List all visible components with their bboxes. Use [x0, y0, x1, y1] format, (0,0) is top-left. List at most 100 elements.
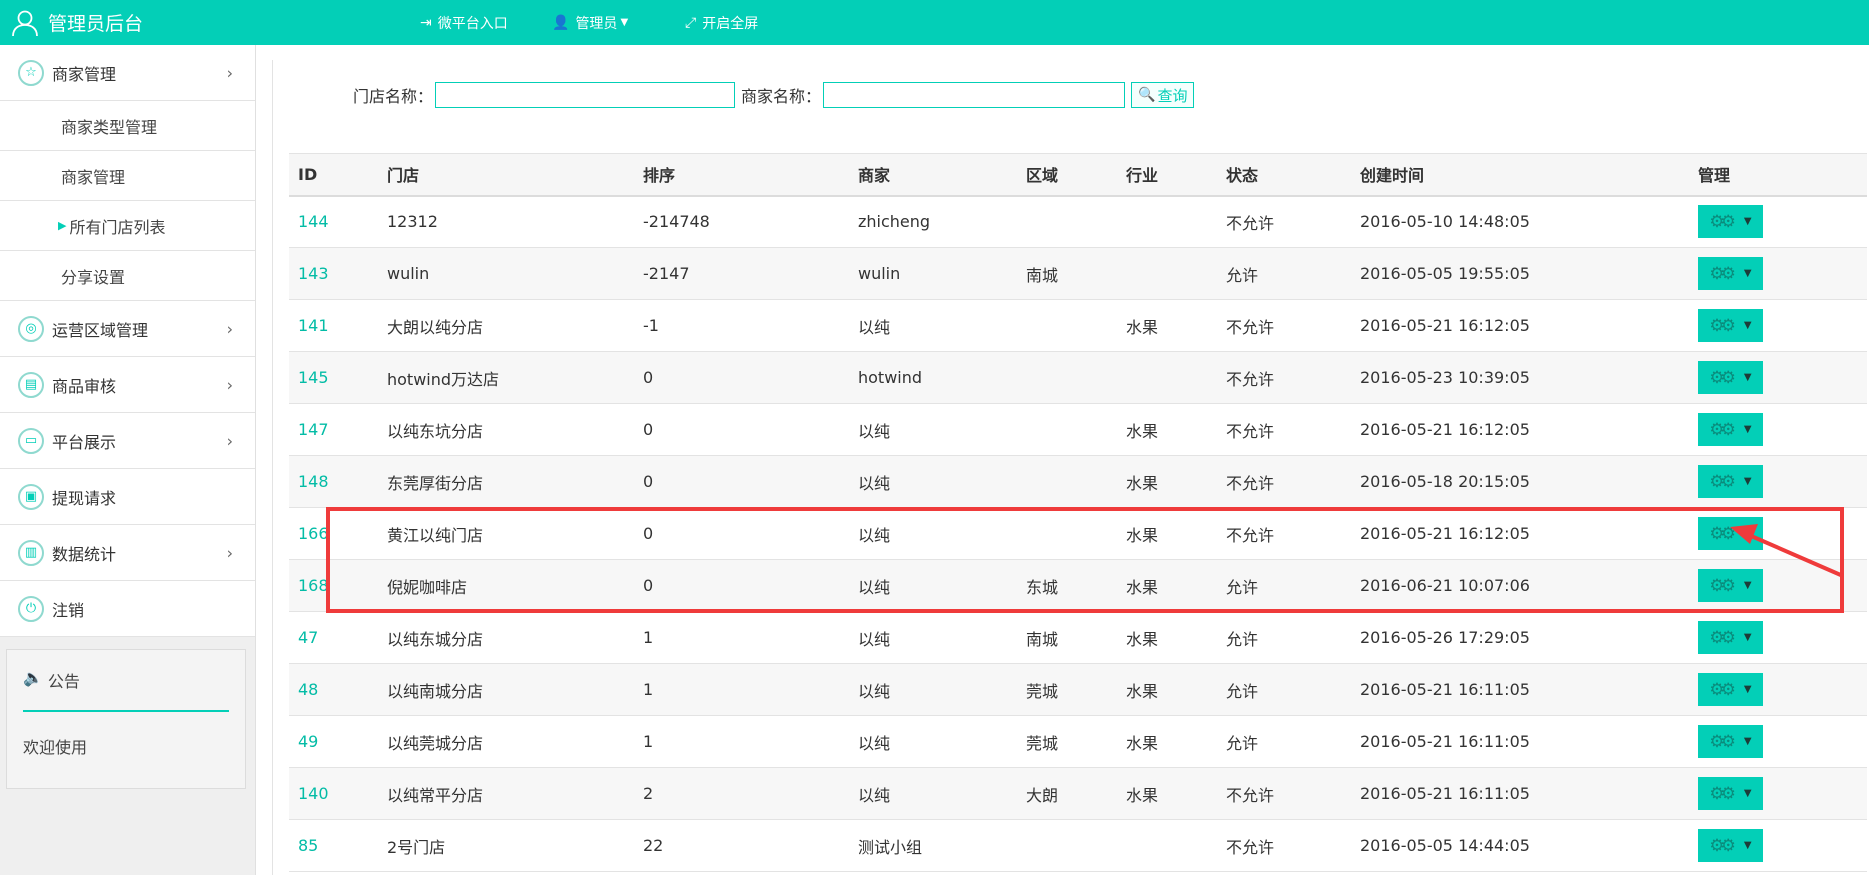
cell-id[interactable]: 168 — [289, 560, 378, 612]
manage-dropdown-button[interactable]: ⚙⚙ ▼ — [1698, 673, 1763, 706]
caret-down-icon: ▼ — [1743, 268, 1752, 279]
sidebar-item-withdraw-request[interactable]: ▣ 提现请求 — [0, 469, 255, 525]
column-header: 商家 — [858, 166, 891, 186]
cell-merchant: 以纯 — [858, 629, 891, 649]
sidebar-subitem-merchant-type[interactable]: 商家类型管理 — [0, 101, 255, 151]
caret-down-icon: ▼ — [1743, 372, 1752, 383]
merchant-name-input[interactable] — [823, 82, 1126, 108]
sidebar-item-platform-display[interactable]: ▭ 平台展示 › — [0, 413, 255, 469]
sidebar-item-label: 商品审核 — [52, 376, 117, 396]
cell-id[interactable]: 148 — [289, 456, 378, 508]
gears-icon: ⚙⚙ — [1709, 471, 1736, 492]
manage-dropdown-button[interactable]: ⚙⚙ ▼ — [1698, 361, 1763, 394]
manage-dropdown-button[interactable]: ⚙⚙ ▼ — [1698, 257, 1763, 290]
table-row: 47 以纯东城分店 1 以纯 南城 水果 允许 2016-05-26 17:29:05 ⚙⚙ ▼ — [289, 612, 1867, 664]
manage-dropdown-button[interactable]: ⚙⚙ ▼ — [1698, 205, 1763, 239]
caret-down-icon: ▼ — [1743, 320, 1752, 331]
notice-body: 欢迎使用 — [23, 738, 88, 757]
sidebar-menu: ☆ 商家管理 › 商家类型管理 商家管理 ▶ 所有门店列表 分享设置 ◎ 运营区域… — [0, 45, 255, 637]
sidebar-item-label: 商家管理 — [52, 64, 117, 84]
fullscreen-link[interactable]: ⤢ 开启全屏 — [685, 0, 758, 45]
sidebar-item-label: 注销 — [52, 600, 85, 620]
cell-region: 东城 — [1026, 577, 1059, 597]
sidebar-subitem-all-stores[interactable]: ▶ 所有门店列表 — [0, 201, 255, 251]
sidebar-subitem-share-settings[interactable]: 分享设置 — [0, 251, 255, 301]
manage-dropdown-button[interactable]: ⚙⚙ ▼ — [1698, 725, 1763, 758]
cell-region — [1017, 404, 1117, 456]
subitem-label: 商家类型管理 — [61, 117, 158, 137]
gears-icon: ⚙⚙ — [1709, 367, 1736, 388]
cell-status: 允许 — [1226, 629, 1259, 649]
table-header-row: ID 门店 排序 商家 区域 行业 状态 创建时间 管理 — [289, 153, 1867, 196]
manage-dropdown-button[interactable]: ⚙⚙ ▼ — [1698, 829, 1763, 862]
micro-platform-label: 微平台入口 — [437, 15, 508, 32]
cell-created: 2016-06-21 10:07:06 — [1360, 576, 1530, 595]
cell-id[interactable]: 166 — [289, 508, 378, 560]
manage-dropdown-button[interactable]: ⚙⚙ ▼ — [1698, 413, 1763, 446]
caret-down-icon: ▼ — [1743, 476, 1752, 487]
admin-user-icon: 👤 — [552, 14, 570, 31]
user-icon — [12, 10, 38, 36]
cell-id[interactable]: 144 — [289, 196, 378, 248]
cell-industry: 水果 — [1126, 629, 1159, 649]
cell-id[interactable]: 140 — [289, 768, 378, 820]
cell-status: 不允许 — [1226, 525, 1275, 545]
manage-dropdown-button[interactable]: ⚙⚙ ▼ — [1698, 465, 1763, 498]
subitem-label: 商家管理 — [61, 167, 126, 187]
notice-title: 公告 — [47, 672, 80, 691]
cell-order: 1 — [643, 680, 654, 699]
cell-region — [1017, 456, 1117, 508]
table-row: 166 黄江以纯门店 0 以纯 水果 不允许 2016-05-21 16:12:05 ⚙⚙ ▼ — [289, 508, 1867, 560]
cell-id[interactable]: 48 — [289, 664, 378, 716]
cell-id[interactable]: 141 — [289, 300, 378, 352]
manage-dropdown-button[interactable]: ⚙⚙ ▼ — [1698, 621, 1763, 654]
cell-id[interactable]: 147 — [289, 404, 378, 456]
cell-id[interactable]: 49 — [289, 716, 378, 768]
sidebar-item-data-stats[interactable]: ▥ 数据统计 › — [0, 525, 255, 581]
cell-id[interactable]: 145 — [289, 352, 378, 404]
cell-manage: ⚙⚙ ▼ — [1689, 508, 1867, 560]
query-button[interactable]: 🔍 查询 — [1131, 82, 1195, 108]
sidebar-item-product-review[interactable]: ▤ 商品审核 › — [0, 357, 255, 413]
sidebar-item-logout[interactable]: ⏻ 注销 — [0, 581, 255, 637]
cell-order: 1 — [643, 628, 654, 647]
table-row: 140 以纯常平分店 2 以纯 大朗 水果 不允许 2016-05-21 16:11:05 ⚙⚙… — [289, 767, 1867, 820]
cell-region — [1017, 352, 1117, 404]
manage-dropdown-button[interactable]: ⚙⚙ ▼ — [1698, 777, 1763, 810]
micro-platform-link[interactable]: ⇥ 微平台入口 — [420, 0, 508, 45]
admin-menu[interactable]: 👤 管理员 ▼ — [552, 0, 628, 45]
sidebar-item-operation-area[interactable]: ◎ 运营区域管理 › — [0, 301, 255, 357]
cell-status: 不允许 — [1226, 837, 1275, 857]
sidebar-subitem-merchant[interactable]: 商家管理 — [0, 151, 255, 201]
cell-merchant: 以纯 — [858, 733, 891, 753]
cell-store: 大朗以纯分店 — [387, 317, 484, 337]
cell-merchant: 以纯 — [858, 785, 891, 805]
cell-industry: 水果 — [1126, 577, 1159, 597]
cell-created: 2016-05-05 19:55:05 — [1360, 264, 1530, 283]
cell-id[interactable]: 85 — [289, 820, 378, 872]
manage-dropdown-button[interactable]: ⚙⚙ ▼ — [1698, 569, 1763, 602]
cell-id[interactable]: 143 — [289, 248, 378, 300]
cell-order: 0 — [643, 472, 654, 491]
sidebar-item-merchant-mgmt[interactable]: ☆ 商家管理 › — [0, 45, 255, 101]
cell-manage: ⚙⚙ ▼ — [1689, 456, 1867, 508]
cell-status: 不允许 — [1226, 369, 1275, 389]
fullscreen-icon: ⤢ — [685, 14, 697, 31]
manage-dropdown-button[interactable]: ⚙⚙ ▼ — [1698, 517, 1763, 550]
cell-manage: ⚙⚙ ▼ — [1689, 248, 1867, 300]
gears-icon: ⚙⚙ — [1709, 679, 1736, 700]
cell-created: 2016-05-26 17:29:05 — [1360, 628, 1530, 647]
caret-down-icon: ▼ — [620, 17, 629, 28]
cell-created: 2016-05-21 16:12:05 — [1360, 420, 1530, 439]
cell-order: -1 — [643, 316, 659, 335]
cell-merchant: 以纯 — [858, 525, 891, 545]
cell-created: 2016-05-10 14:48:05 — [1360, 212, 1530, 232]
cell-manage: ⚙⚙ ▼ — [1689, 820, 1867, 872]
enter-icon: ⇥ — [420, 14, 432, 31]
table-row: 147 以纯东坑分店 0 以纯 水果 不允许 2016-05-21 16:12:05 ⚙⚙ ▼ — [289, 404, 1867, 456]
gears-icon: ⚙⚙ — [1709, 783, 1736, 804]
cell-industry: 水果 — [1126, 733, 1159, 753]
cell-id[interactable]: 47 — [289, 612, 378, 664]
store-name-input[interactable] — [435, 82, 736, 108]
manage-dropdown-button[interactable]: ⚙⚙ ▼ — [1698, 309, 1763, 342]
